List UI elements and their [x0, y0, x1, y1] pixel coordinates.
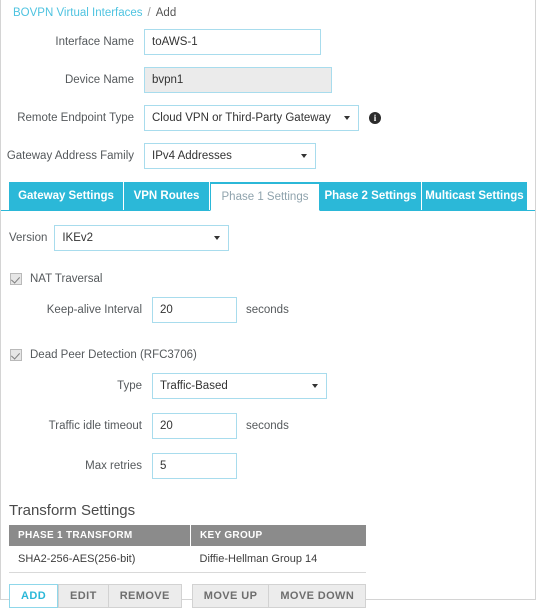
breadcrumb-current-add: Add	[155, 7, 177, 19]
device-name-input[interactable]: bvpn1	[144, 66, 332, 93]
interface-name-control: toAWS-1	[144, 28, 321, 55]
remote-endpoint-type-row: Remote Endpoint Type Cloud VPN or Third-…	[1, 104, 535, 131]
chevron-down-icon	[344, 115, 350, 120]
device-name-row: Device Name bvpn1	[1, 66, 535, 93]
gateway-address-family-value: IPv4 Addresses	[152, 149, 232, 162]
transform-settings-title: Transform Settings	[9, 502, 136, 519]
interface-name-label: Interface Name	[55, 35, 134, 48]
info-icon[interactable]: i	[369, 111, 381, 124]
remote-endpoint-type-control: Cloud VPN or Third-Party Gateway	[144, 104, 359, 131]
transform-action-bar: ADD EDIT REMOVE MOVE UP MOVE DOWN	[9, 584, 535, 608]
traffic-idle-timeout-unit: seconds	[246, 420, 289, 432]
dpd-type-select[interactable]: Traffic-Based	[152, 373, 327, 399]
add-button[interactable]: ADD	[9, 584, 59, 608]
gateway-address-family-label: Gateway Address Family	[6, 149, 134, 162]
transform-settings-table: PHASE 1 TRANSFORM KEY GROUP SHA2-256-AES…	[9, 525, 366, 573]
gateway-address-family-control: IPv4 Addresses	[144, 142, 316, 169]
nat-traversal-label: NAT Traversal	[30, 273, 103, 285]
cell-key-group: Diffie-Hellman Group 14	[190, 546, 366, 573]
dead-peer-detection-label: Dead Peer Detection (RFC3706)	[30, 349, 197, 361]
column-header-key-group: KEY GROUP	[190, 525, 366, 546]
tab-multicast-settings[interactable]: Multicast Settings	[422, 182, 527, 210]
gateway-address-family-row: Gateway Address Family IPv4 Addresses	[1, 142, 535, 169]
dead-peer-detection-checkbox[interactable]	[10, 349, 22, 361]
max-retries-label: Max retries	[85, 460, 142, 472]
remote-endpoint-type-value: Cloud VPN or Third-Party Gateway	[152, 111, 331, 124]
bovpn-virtual-interface-add-page: BOVPN Virtual Interfaces / Add Interface N…	[0, 0, 536, 608]
gateway-address-family-select[interactable]: IPv4 Addresses	[144, 142, 316, 169]
remote-endpoint-type-select[interactable]: Cloud VPN or Third-Party Gateway	[144, 104, 359, 131]
breadcrumb: BOVPN Virtual Interfaces / Add	[1, 0, 535, 20]
dpd-type-row: Type Traffic-Based	[9, 373, 527, 399]
dpd-type-label: Type	[117, 380, 142, 392]
keep-alive-interval-label: Keep-alive Interval	[46, 304, 142, 316]
remote-endpoint-type-label: Remote Endpoint Type	[17, 111, 134, 124]
keep-alive-interval-input[interactable]: 20	[152, 297, 237, 323]
phase-1-settings-panel: Version IKEv2 NAT Traversal Keep-alive I…	[1, 225, 535, 479]
traffic-idle-timeout-input[interactable]: 20	[152, 413, 237, 439]
breadcrumb-link-bovpn-virtual-interfaces[interactable]: BOVPN Virtual Interfaces	[13, 7, 143, 19]
move-up-button[interactable]: MOVE UP	[191, 584, 269, 608]
device-name-label: Device Name	[64, 73, 134, 86]
column-header-phase-1-transform: PHASE 1 TRANSFORM	[9, 525, 191, 546]
edit-button-group: ADD EDIT REMOVE	[9, 584, 182, 608]
interface-name-row: Interface Name toAWS-1	[1, 28, 535, 55]
table-row[interactable]: SHA2-256-AES(256-bit) Diffie-Hellman Gro…	[9, 546, 366, 573]
max-retries-row: Max retries 5	[9, 453, 527, 479]
traffic-idle-timeout-row: Traffic idle timeout 20 seconds	[9, 413, 527, 439]
nat-traversal-checkbox[interactable]	[10, 273, 22, 285]
settings-tab-bar: Gateway Settings VPN Routes Phase 1 Sett…	[1, 182, 535, 211]
move-down-button[interactable]: MOVE DOWN	[268, 584, 367, 608]
nat-traversal-checkbox-row[interactable]: NAT Traversal	[9, 273, 527, 285]
traffic-idle-timeout-label: Traffic idle timeout	[48, 420, 142, 432]
keep-alive-interval-row: Keep-alive Interval 20 seconds	[9, 297, 527, 323]
keep-alive-interval-unit: seconds	[246, 304, 289, 316]
interface-name-input[interactable]: toAWS-1	[144, 28, 321, 55]
dead-peer-detection-checkbox-row[interactable]: Dead Peer Detection (RFC3706)	[9, 349, 527, 361]
move-button-group: MOVE UP MOVE DOWN	[191, 584, 367, 608]
remove-button[interactable]: REMOVE	[107, 584, 182, 608]
interface-form: Interface Name toAWS-1 Device Name bvpn1…	[1, 28, 535, 169]
tab-gateway-settings[interactable]: Gateway Settings	[9, 182, 124, 210]
chevron-down-icon	[312, 384, 318, 388]
cell-phase-1-transform: SHA2-256-AES(256-bit)	[9, 546, 191, 573]
version-row: Version IKEv2	[9, 225, 527, 251]
tab-phase-1-settings[interactable]: Phase 1 Settings	[210, 182, 320, 211]
version-select[interactable]: IKEv2	[54, 225, 230, 251]
chevron-down-icon	[214, 236, 221, 240]
max-retries-input[interactable]: 5	[152, 453, 237, 479]
chevron-down-icon	[301, 153, 307, 158]
device-name-control: bvpn1	[144, 66, 332, 93]
dpd-type-value: Traffic-Based	[160, 380, 228, 392]
edit-button[interactable]: EDIT	[58, 584, 108, 608]
version-value: IKEv2	[62, 232, 94, 244]
tab-phase-2-settings[interactable]: Phase 2 Settings	[320, 182, 422, 210]
breadcrumb-separator: /	[147, 7, 151, 19]
table-header-row: PHASE 1 TRANSFORM KEY GROUP	[9, 525, 366, 546]
tab-vpn-routes[interactable]: VPN Routes	[124, 182, 210, 210]
version-label: Version	[9, 232, 48, 244]
